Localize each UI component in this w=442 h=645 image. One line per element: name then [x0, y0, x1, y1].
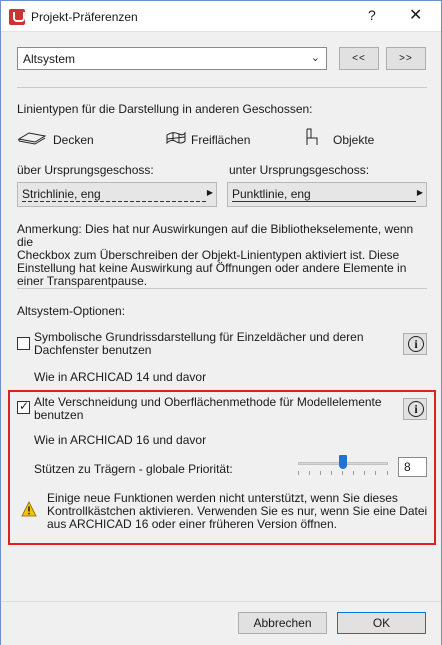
title-bar: Projekt-Präferenzen ? ✕ [1, 1, 441, 32]
legacy-intersection-label: Alte Verschneidung und Oberflächenmethod… [34, 396, 394, 422]
window-title: Projekt-Präferenzen [31, 10, 138, 24]
mesh-icon [166, 131, 186, 145]
help-button[interactable]: ? [368, 7, 376, 23]
above-linetype-value: Strichlinie, eng [22, 187, 101, 201]
below-linetype-value: Punktlinie, eng [232, 187, 311, 201]
legacy-intersection-checkbox[interactable]: ✓ [17, 399, 30, 414]
above-floor-label: über Ursprungsgeschoss: [17, 163, 154, 177]
symbolic-roof-checkbox[interactable] [17, 337, 30, 350]
linetype-note: Anmerkung: Dies hat nur Auswirkungen auf… [17, 223, 432, 288]
cancel-button[interactable]: Abbrechen [238, 612, 327, 634]
info-icon: i [408, 336, 424, 352]
close-button[interactable]: ✕ [409, 5, 422, 25]
intersection-version-note: Wie in ARCHICAD 16 und davor [34, 433, 207, 447]
roof-version-note: Wie in ARCHICAD 14 und davor [34, 370, 207, 384]
object-label: Objekte [333, 133, 375, 147]
priority-slider-ticks [298, 471, 388, 475]
label-line: Alte Verschneidung und Oberflächenmethod… [34, 395, 382, 409]
info-button-intersection[interactable]: i [403, 398, 427, 420]
linetypes-heading: Linientypen für die Darstellung in ander… [17, 102, 313, 116]
dotted-line-preview [232, 201, 416, 202]
warning-icon [21, 501, 37, 517]
info-button-roof[interactable]: i [403, 333, 427, 355]
divider [17, 87, 427, 88]
divider [17, 288, 427, 289]
info-icon: i [408, 401, 424, 417]
below-floor-label: unter Ursprungsgeschoss: [229, 163, 370, 177]
label-line: benutzen [34, 408, 84, 422]
preferences-dialog: Projekt-Präferenzen ? ✕ Altsystem ⌄ << >… [0, 0, 442, 645]
arrow-right-icon: ▶ [206, 188, 213, 197]
previous-button[interactable]: << [339, 47, 379, 70]
slab-label: Decken [53, 133, 94, 147]
below-linetype-picker[interactable]: Punktlinie, eng ▶ [227, 182, 427, 207]
symbolic-roof-label: Symbolische Grundrissdarstellung für Ein… [34, 331, 394, 357]
priority-slider-handle[interactable] [339, 455, 347, 469]
priority-value: 8 [404, 460, 411, 474]
slab-icon [17, 132, 47, 145]
archicad-app-icon [9, 9, 25, 25]
preset-dropdown[interactable]: Altsystem ⌄ [17, 47, 327, 70]
next-button[interactable]: >> [386, 47, 426, 70]
priority-label: Stützen zu Trägern - globale Priorität: [34, 462, 233, 476]
above-linetype-picker[interactable]: Strichlinie, eng ▶ [17, 182, 217, 207]
chevron-down-icon: ⌄ [310, 52, 320, 64]
legacy-options-heading: Altsystem-Optionen: [17, 304, 126, 318]
note-line: Anmerkung: Dies hat nur Auswirkungen auf… [17, 222, 414, 249]
check-icon: ✓ [19, 399, 30, 413]
label-line: Dachfenster benutzen [34, 343, 152, 357]
compatibility-warning: Einige neue Funktionen werden nicht unte… [47, 492, 432, 529]
priority-value-field[interactable]: 8 [398, 457, 427, 477]
chair-icon [306, 128, 318, 145]
ok-button[interactable]: OK [337, 612, 426, 634]
preset-value: Altsystem [23, 52, 76, 66]
mesh-label: Freiflächen [191, 133, 251, 147]
dashed-line-preview [22, 201, 206, 202]
arrow-right-icon: ▶ [416, 188, 423, 197]
warning-line: aus ARCHICAD 16 oder einer früheren Vers… [47, 517, 337, 530]
note-line: einer Transparentpause. [17, 274, 148, 288]
